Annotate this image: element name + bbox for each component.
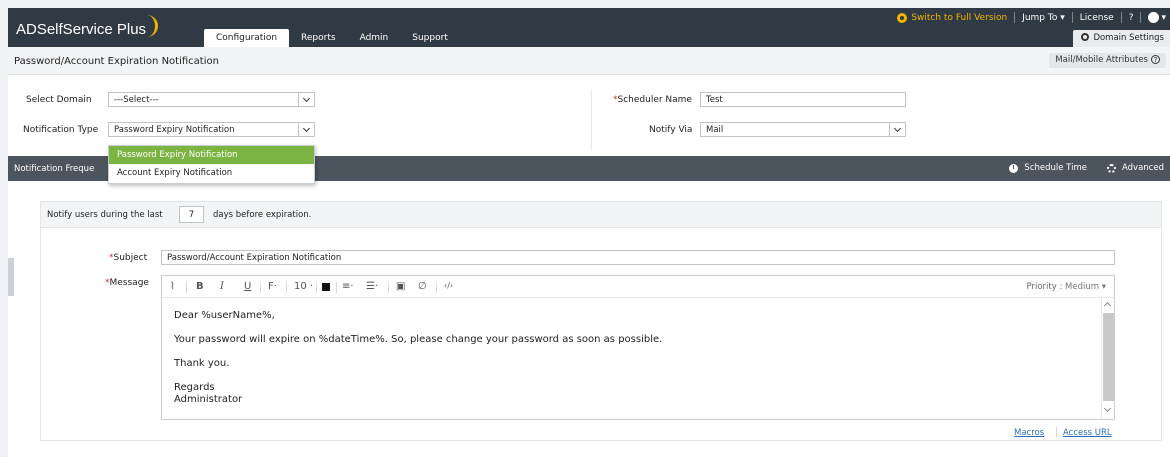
- chevron-down-icon: [298, 123, 314, 136]
- help-link[interactable]: ?: [1129, 13, 1134, 23]
- notification-type-options: Password Expiry Notification Account Exp…: [108, 145, 315, 184]
- underline-icon[interactable]: U: [244, 281, 251, 292]
- page-header: Password/Account Expiration Notification…: [8, 47, 1170, 75]
- page-title: Password/Account Expiration Notification: [14, 56, 219, 67]
- schedule-time-button[interactable]: Schedule Time: [1024, 163, 1087, 173]
- notify-suffix-text: days before expiration.: [213, 210, 312, 220]
- source-code-icon[interactable]: ‹/›: [444, 281, 453, 290]
- message-label: *Message: [105, 278, 149, 288]
- option-account-expiry[interactable]: Account Expiry Notification: [109, 164, 314, 182]
- mail-mobile-attributes-button[interactable]: Mail/Mobile Attributes?: [1049, 53, 1166, 68]
- gear-icon: [1107, 163, 1116, 173]
- list-icon[interactable]: ☰·: [366, 281, 378, 292]
- subject-label: *Subject: [109, 253, 148, 263]
- license-link[interactable]: License: [1080, 13, 1114, 23]
- message-line: Dear %userName%,: [174, 310, 275, 321]
- notification-type-dropdown[interactable]: Password Expiry Notification: [108, 122, 315, 137]
- tab-admin[interactable]: Admin: [348, 29, 401, 47]
- bold-icon[interactable]: B: [196, 281, 204, 292]
- advanced-button[interactable]: Advanced: [1122, 163, 1164, 173]
- notify-days-row: Notify users during the last 7 days befo…: [41, 202, 1161, 228]
- clock-icon: [1009, 163, 1019, 173]
- notify-via-dropdown[interactable]: Mail: [700, 122, 906, 137]
- notify-days-input[interactable]: 7: [179, 206, 204, 223]
- font-size-selector[interactable]: 10 ·: [294, 281, 313, 292]
- notification-content-panel: Notify users during the last 7 days befo…: [40, 201, 1162, 441]
- option-password-expiry[interactable]: Password Expiry Notification: [109, 146, 314, 164]
- message-editor[interactable]: ⌇ B I U F· 10 · ≡· ☰· ▣ ∅ ‹/› Priority :: [161, 275, 1115, 420]
- text-color-icon[interactable]: [322, 283, 330, 291]
- utility-bar: Switch to Full Version Jump To ▾ License…: [897, 12, 1166, 23]
- jump-to-menu[interactable]: Jump To ▾: [1022, 13, 1065, 23]
- side-collapse-handle[interactable]: [8, 258, 14, 296]
- column-divider: [591, 90, 592, 150]
- tab-support[interactable]: Support: [400, 29, 460, 47]
- notification-frequency-title: Notification Freque: [14, 164, 95, 174]
- italic-icon[interactable]: I: [220, 281, 224, 292]
- scroll-down-icon[interactable]: [1103, 404, 1112, 413]
- help-icon: ?: [1151, 55, 1160, 64]
- editor-toolbar: ⌇ B I U F· 10 · ≡· ☰· ▣ ∅ ‹/› Priority :: [162, 276, 1114, 298]
- message-line: Thank you.: [174, 358, 230, 369]
- select-domain-dropdown[interactable]: ---Select---: [108, 92, 315, 107]
- message-line: Your password will expire on %dateTime%.…: [174, 334, 663, 345]
- align-icon[interactable]: ≡·: [342, 281, 354, 292]
- editor-scrollbar[interactable]: [1101, 298, 1114, 419]
- notification-type-label: Notification Type: [23, 125, 99, 135]
- logo-arc-icon: [144, 15, 159, 37]
- settings-icon: [1081, 33, 1090, 41]
- scroll-thumb[interactable]: [1103, 313, 1114, 401]
- switch-icon: [897, 12, 908, 23]
- font-family-icon[interactable]: F·: [268, 281, 277, 292]
- message-line: Regards: [174, 382, 215, 393]
- link-icon[interactable]: ∅: [418, 281, 427, 292]
- subject-input[interactable]: Password/Account Expiration Notification: [161, 250, 1115, 265]
- scroll-up-icon[interactable]: [1103, 301, 1112, 310]
- user-avatar-icon[interactable]: [1148, 12, 1160, 23]
- tab-reports[interactable]: Reports: [289, 29, 348, 47]
- domain-settings-button[interactable]: Domain Settings: [1073, 30, 1170, 47]
- chevron-down-icon: [889, 123, 905, 136]
- app-window: ADSelfService Plus Configuration Reports…: [8, 8, 1170, 457]
- notify-via-label: Notify Via: [649, 125, 693, 135]
- message-line: Administrator: [174, 394, 243, 405]
- main-nav: Configuration Reports Admin Support: [204, 29, 460, 47]
- switch-full-version-link[interactable]: Switch to Full Version: [897, 12, 1007, 23]
- app-logo[interactable]: ADSelfService Plus: [16, 15, 159, 38]
- top-bar: ADSelfService Plus Configuration Reports…: [8, 8, 1170, 47]
- notify-prefix-text: Notify users during the last: [47, 210, 163, 220]
- scheduler-name-input[interactable]: Test: [700, 92, 906, 107]
- image-icon[interactable]: ▣: [396, 281, 405, 292]
- select-domain-label: Select Domain: [26, 95, 92, 105]
- access-url-link[interactable]: Access URL: [1063, 428, 1112, 438]
- chevron-down-icon: [298, 93, 314, 106]
- priority-selector[interactable]: Priority : Medium ▾: [1027, 282, 1107, 292]
- paperclip-icon[interactable]: ⌇: [170, 281, 175, 292]
- macros-link[interactable]: Macros: [1014, 428, 1044, 438]
- scheduler-name-label: *Scheduler Name: [613, 95, 692, 105]
- tab-configuration[interactable]: Configuration: [204, 29, 290, 47]
